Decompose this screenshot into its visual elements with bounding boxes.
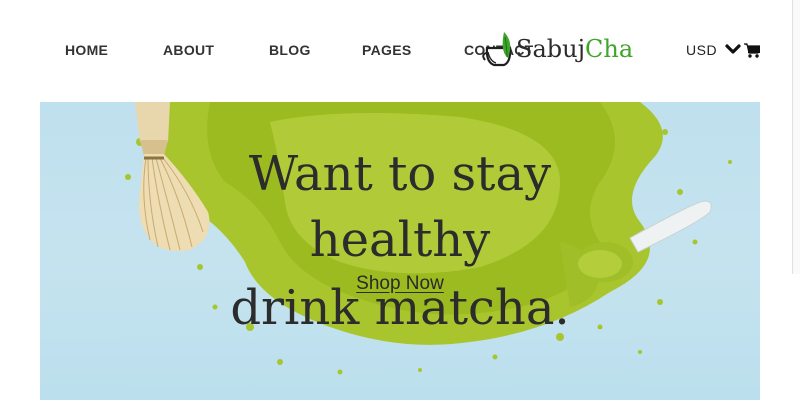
currency-selector[interactable]: USD bbox=[686, 42, 717, 59]
logo-wordmark-part2: Cha bbox=[585, 35, 634, 63]
tea-cup-logo-icon bbox=[482, 32, 512, 67]
nav-blog-link[interactable]: BLOG bbox=[269, 42, 311, 59]
site-logo[interactable]: SabujCha bbox=[482, 28, 642, 72]
shop-now-link[interactable]: Shop Now bbox=[356, 273, 444, 294]
hero-banner: Want to stay healthy drink matcha. Shop … bbox=[40, 102, 760, 400]
logo-wordmark: SabujCha bbox=[516, 34, 633, 64]
nav-about-link[interactable]: ABOUT bbox=[163, 42, 214, 59]
shop-now-wrapper: Shop Now bbox=[40, 272, 760, 296]
nav-pages-link[interactable]: PAGES bbox=[362, 42, 411, 59]
logo-wordmark-part1: Sabuj bbox=[516, 35, 586, 63]
hero-headline-line1: Want to stay bbox=[248, 146, 552, 202]
site-header: HOME ABOUT BLOG PAGES CONTACT SabujCha U… bbox=[0, 0, 800, 102]
scrollbar[interactable] bbox=[792, 0, 800, 274]
chevron-down-icon[interactable] bbox=[725, 44, 741, 56]
shopping-cart-icon[interactable] bbox=[744, 43, 760, 58]
hero-headline-line2: healthy bbox=[309, 212, 491, 268]
nav-home-link[interactable]: HOME bbox=[65, 42, 108, 59]
